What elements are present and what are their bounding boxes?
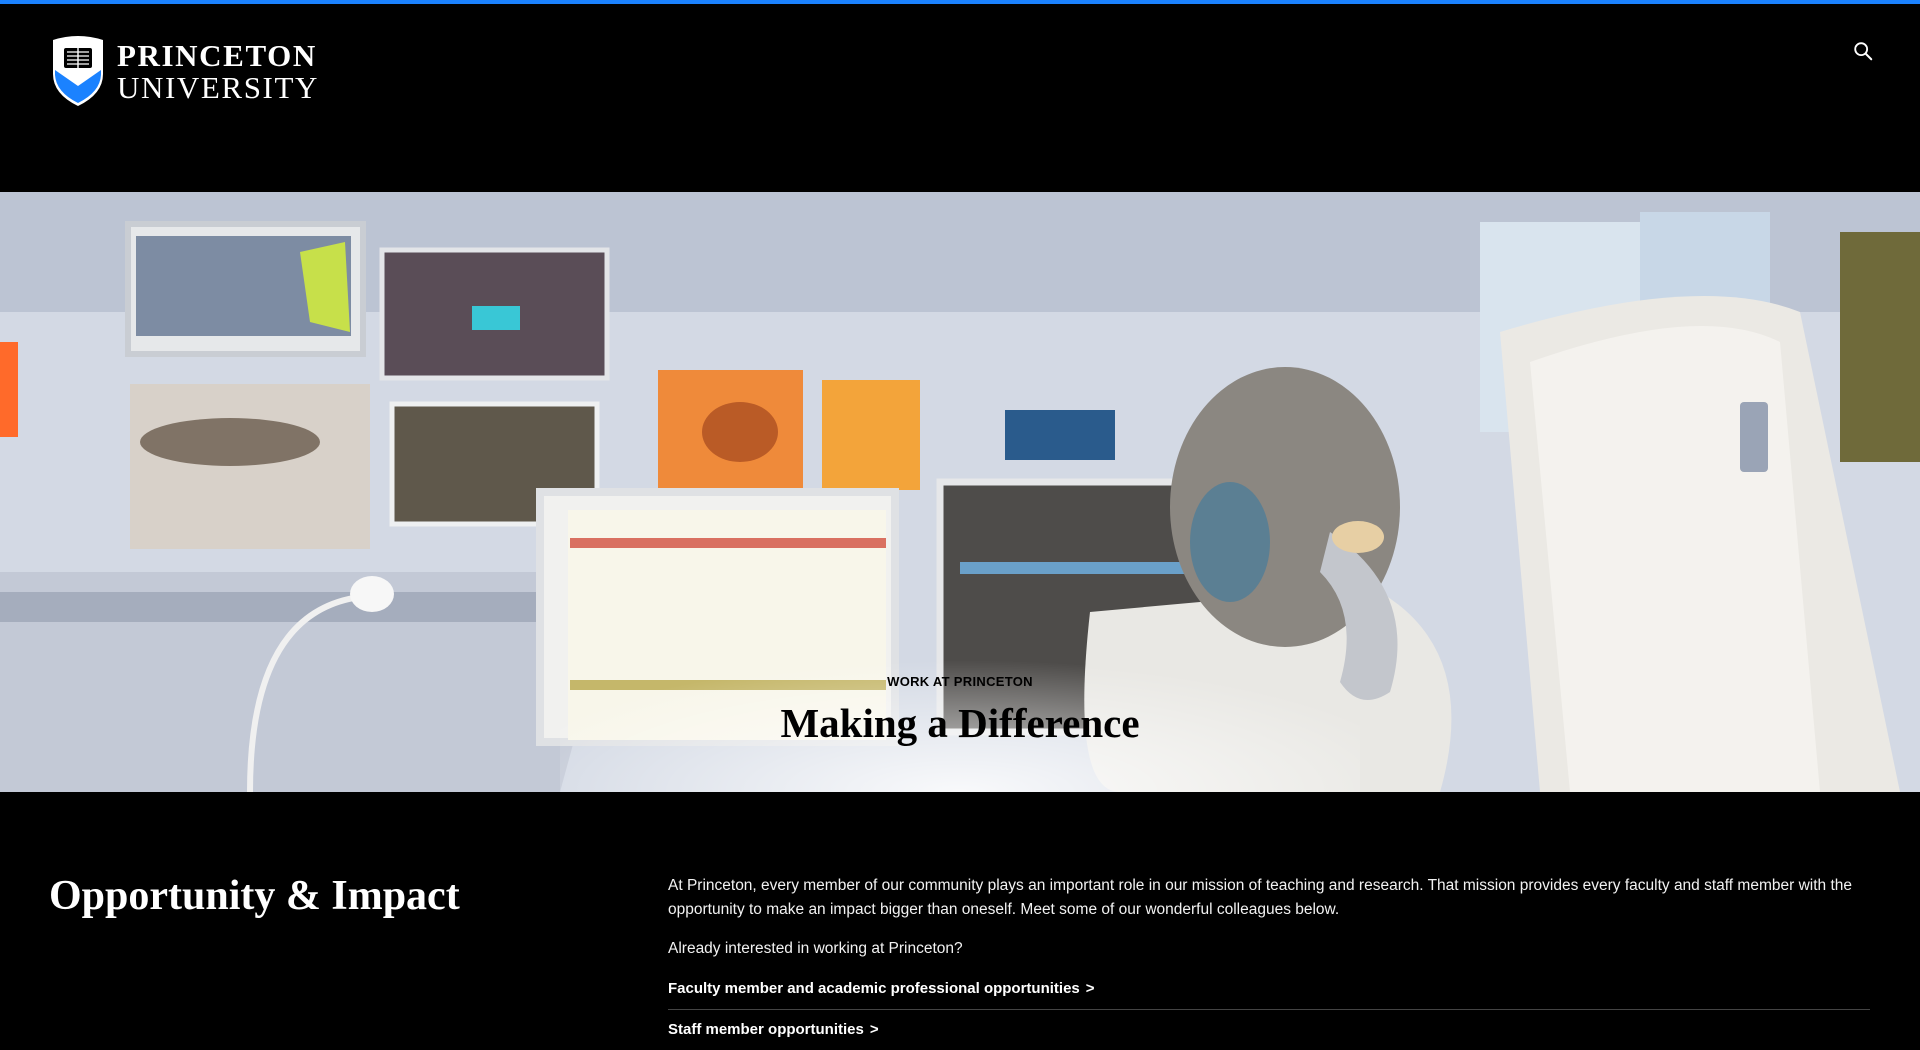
intro-paragraph: At Princeton, every member of our commun…: [668, 877, 1852, 918]
logo-line-university: UNIVERSITY: [117, 69, 319, 105]
hero-eyebrow: WORK AT PRINCETON: [887, 674, 1033, 689]
link-label: Staff member opportunities: [668, 1021, 864, 1038]
section-title: Opportunity & Impact: [49, 873, 460, 919]
faculty-opportunities-link[interactable]: Faculty member and academic professional…: [668, 980, 1870, 1009]
opportunity-section: Opportunity & Impact At Princeton, every…: [0, 792, 1920, 1050]
link-label: Faculty member and academic professional…: [668, 980, 1080, 997]
princeton-logo-link[interactable]: PRINCETON UNIVERSITY: [49, 34, 319, 108]
hero-title: Making a Difference: [780, 700, 1140, 746]
logo-line-princeton: PRINCETON: [117, 37, 317, 73]
link-divider: [668, 1009, 1870, 1010]
search-icon: [1854, 42, 1873, 61]
interest-question: Already interested in working at Princet…: [668, 940, 963, 957]
opportunity-links: Faculty member and academic professional…: [668, 980, 1870, 1050]
site-header: PRINCETON UNIVERSITY: [0, 4, 1920, 192]
staff-opportunities-link[interactable]: Staff member opportunities >: [668, 1021, 1870, 1050]
chevron-right-icon: >: [1085, 980, 1095, 997]
search-button[interactable]: [1852, 40, 1878, 66]
chevron-right-icon: >: [869, 1021, 879, 1038]
shield-icon: [53, 36, 103, 106]
hero-banner: WORK AT PRINCETON Making a Difference: [0, 192, 1920, 792]
